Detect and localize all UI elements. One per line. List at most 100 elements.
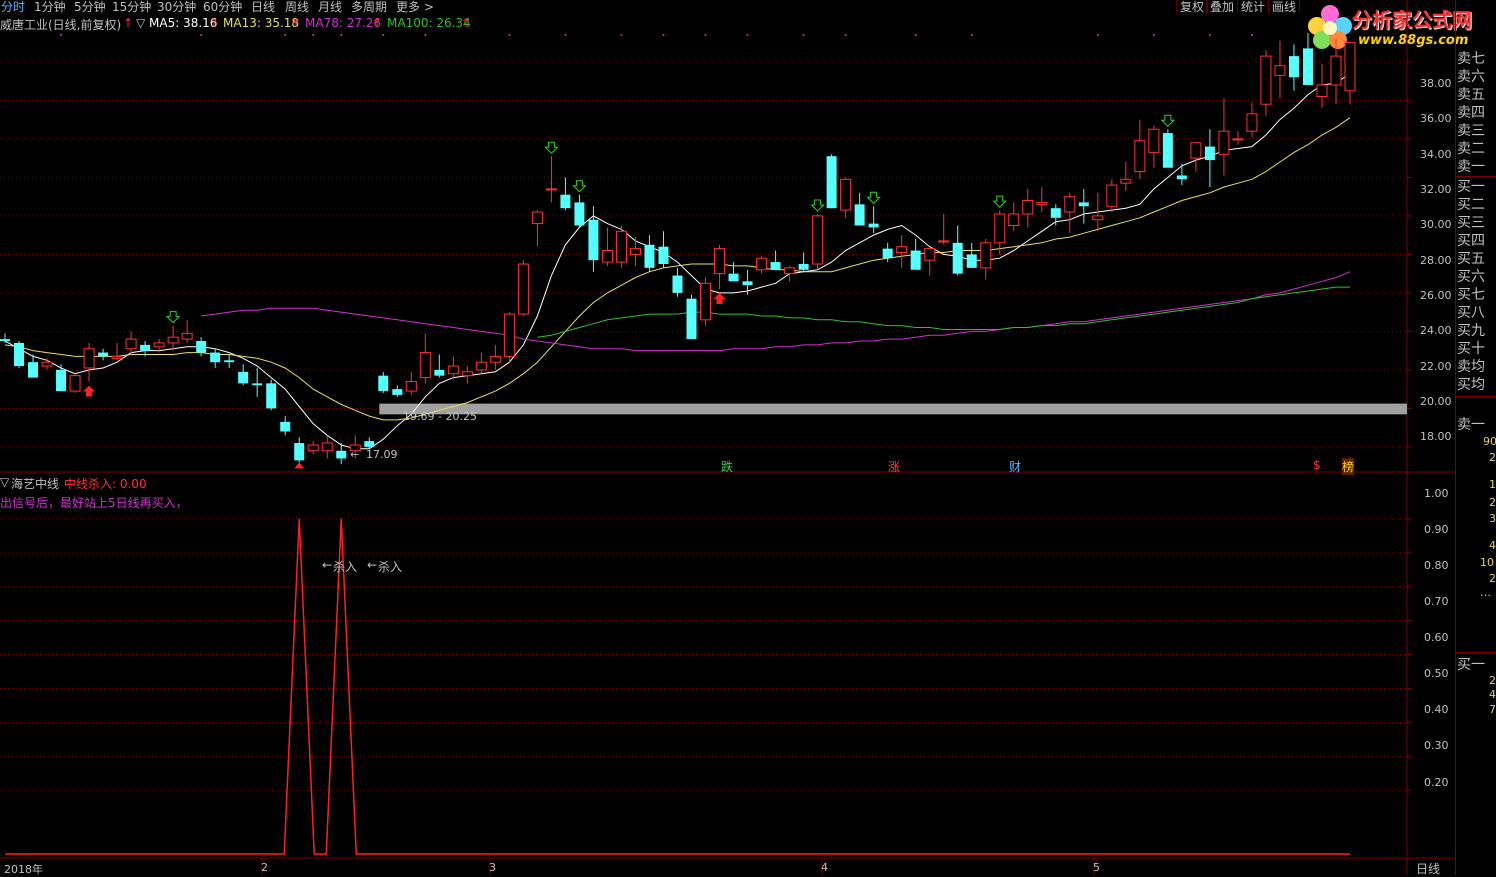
- event-dot: [382, 34, 385, 36]
- candle-body: [1302, 48, 1313, 85]
- y-tick: 34.00: [1420, 148, 1452, 161]
- candle-body: [210, 352, 221, 363]
- candle-body: [307, 444, 319, 452]
- candle-body: [980, 242, 992, 269]
- low-annotation: 17.09: [366, 448, 398, 461]
- book-divider: [1456, 396, 1496, 397]
- candle-body: [910, 250, 921, 270]
- candle-body: [364, 441, 375, 447]
- period-label[interactable]: 日线: [1416, 860, 1440, 877]
- down-arrow-icon: [165, 311, 181, 324]
- x-tick: 2: [261, 861, 268, 874]
- candle-body: [83, 348, 95, 369]
- candle-body: [658, 246, 669, 265]
- bid-level: 买五: [1457, 251, 1485, 267]
- candle-body: [1316, 84, 1328, 98]
- ask-level: 卖二: [1457, 141, 1485, 157]
- event-dollar-marker[interactable]: $: [1313, 458, 1321, 472]
- volume-number: 10: [1480, 556, 1494, 569]
- candle-body: [1092, 215, 1104, 221]
- kill-arrow-icon: ←: [367, 558, 378, 572]
- event-dot: [200, 34, 203, 36]
- candle-body: [756, 257, 768, 271]
- candle-body: [280, 421, 291, 432]
- candle-body: [1218, 130, 1230, 155]
- ma-line-ma100: [537, 286, 1350, 338]
- candle-body: [503, 313, 515, 357]
- candle-body: [798, 264, 809, 270]
- ask-level: 卖一: [1457, 159, 1485, 175]
- candle-body: [574, 202, 585, 226]
- ask-level: 卖六: [1457, 69, 1485, 85]
- candle-body: [196, 341, 207, 353]
- y-tick: 0.50: [1424, 667, 1449, 680]
- down-arrow-icon: [572, 180, 587, 193]
- event-dot: [284, 34, 287, 36]
- bid-average: 买均: [1457, 377, 1485, 393]
- y-tick: 18.00: [1420, 430, 1452, 443]
- ask-level: 卖四: [1457, 105, 1485, 121]
- candle-body: [629, 248, 641, 255]
- candle-body: [896, 246, 908, 253]
- event-finance-marker[interactable]: 财: [1009, 458, 1021, 475]
- candle-body: [560, 194, 571, 209]
- candle-body: [252, 383, 263, 386]
- sub-indicator-name[interactable]: 海艺中线: [11, 475, 59, 492]
- candle-body: [14, 342, 25, 367]
- candle-body: [153, 342, 165, 348]
- candle-body: [728, 273, 739, 282]
- candle-body: [882, 248, 893, 259]
- y-tick: 0.70: [1424, 595, 1449, 608]
- y-tick: 0.80: [1424, 559, 1449, 572]
- down-arrow-icon: [810, 199, 825, 212]
- y-tick: 22.00: [1420, 360, 1452, 373]
- event-dot: [564, 34, 567, 36]
- candle-body: [1246, 113, 1258, 132]
- candle-body: [1190, 142, 1202, 159]
- event-dot: [1096, 34, 1099, 36]
- candle-body: [181, 332, 193, 340]
- candle-body: [1162, 133, 1173, 168]
- candle-body: [1274, 65, 1286, 76]
- x-tick: 5: [1093, 861, 1100, 874]
- event-dot: [1208, 34, 1211, 36]
- candle-body: [812, 215, 824, 265]
- sub-collapse-icon[interactable]: ▽: [0, 475, 9, 489]
- volume-number: 2: [1489, 674, 1496, 687]
- candle-body: [672, 275, 683, 293]
- event-rise-marker[interactable]: 涨: [888, 458, 900, 475]
- candle-body: [1022, 199, 1034, 215]
- event-dot: [970, 34, 973, 36]
- event-dot: [312, 34, 315, 36]
- candle-body: [686, 298, 697, 340]
- candle-body: [644, 244, 655, 268]
- candle-body: [1148, 128, 1160, 153]
- sub-indicator-value: 中线杀入: 0.00: [64, 477, 147, 491]
- candle-body: [588, 219, 599, 261]
- candle-body: [924, 248, 936, 261]
- low-up-arrow-icon: [294, 462, 305, 469]
- candle-body: [615, 230, 627, 263]
- candle-body: [517, 263, 529, 315]
- candle-body: [69, 375, 81, 392]
- candle-body: [1204, 146, 1215, 161]
- volume-number: 2: [1489, 451, 1496, 464]
- y-tick: 0.60: [1424, 631, 1449, 644]
- candle-body: [1064, 196, 1076, 213]
- candle-body: [784, 267, 796, 275]
- event-fall-marker[interactable]: 跌: [721, 458, 733, 475]
- event-dot: [60, 34, 63, 36]
- candle-body: [994, 213, 1006, 244]
- candle-body: [125, 338, 137, 350]
- candle-body: [434, 369, 445, 376]
- event-dot: [844, 34, 847, 36]
- bid-level: 买十: [1457, 341, 1485, 357]
- volume-number: 1: [1489, 478, 1496, 491]
- y-tick: 24.00: [1420, 324, 1452, 337]
- event-dot: [340, 34, 343, 36]
- kline-chart[interactable]: [0, 0, 1496, 875]
- event-list-marker[interactable]: 榜: [1342, 458, 1355, 475]
- volume-number: 7: [1489, 703, 1496, 716]
- sell1-header: 卖一: [1457, 417, 1485, 433]
- volume-number: 3: [1489, 512, 1496, 525]
